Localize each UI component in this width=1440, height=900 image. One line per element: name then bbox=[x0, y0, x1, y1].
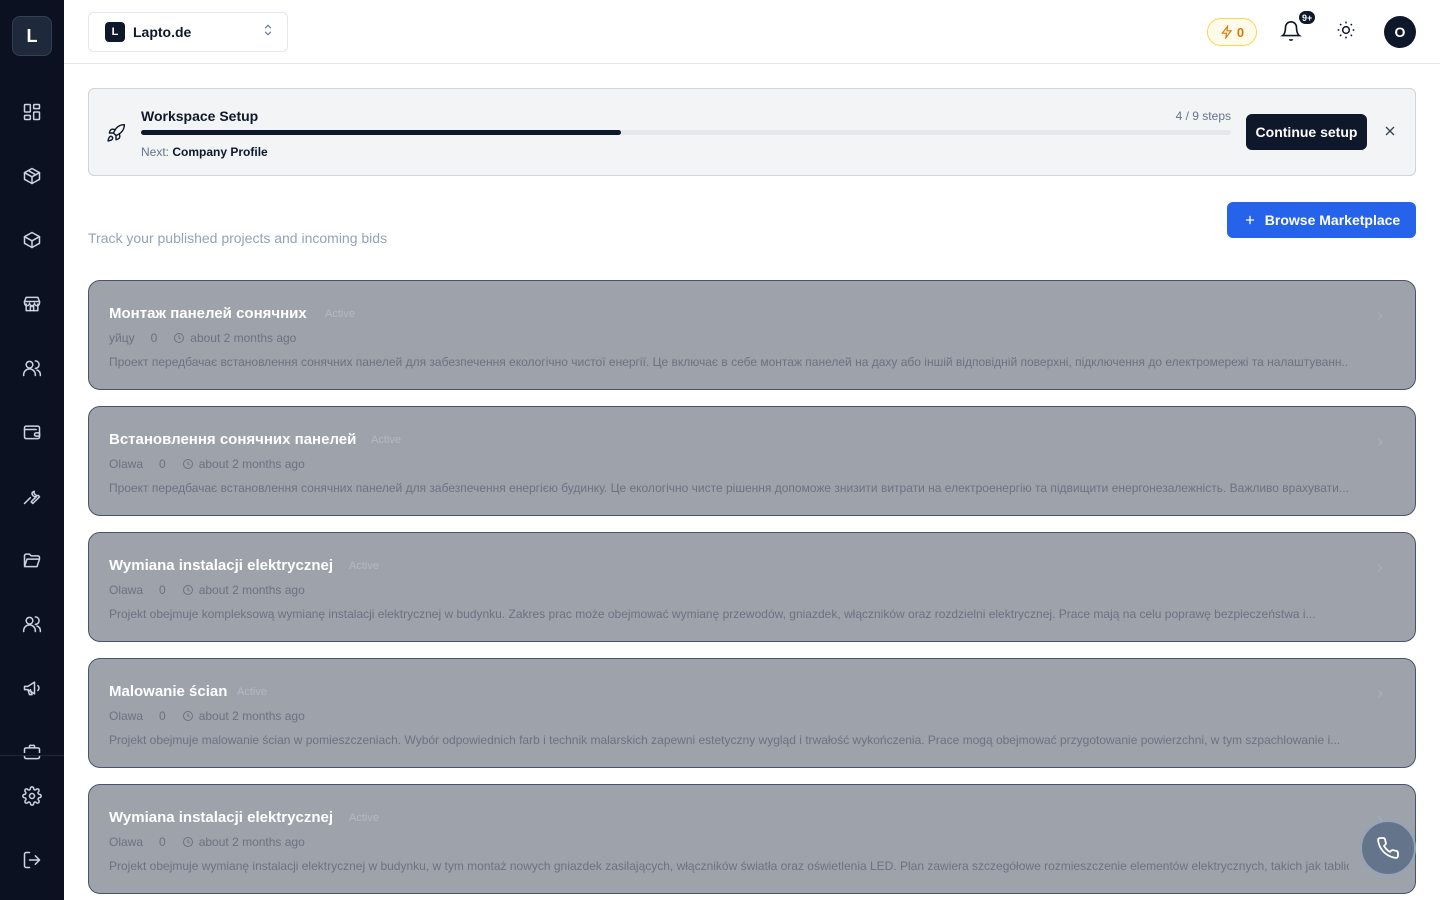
project-time: about 2 months ago bbox=[190, 331, 297, 345]
project-meta: Olawa 0 about 2 months ago bbox=[109, 709, 305, 723]
clock-icon bbox=[182, 710, 194, 722]
project-card[interactable]: Wymiana instalacji elektrycznej Active Ola… bbox=[88, 784, 1416, 894]
project-bid-count: 0 bbox=[159, 583, 166, 597]
workspace-setup-banner: Workspace Setup 4 / 9 steps Next: Compan… bbox=[88, 88, 1416, 176]
chevron-right-icon bbox=[1373, 687, 1387, 701]
workspace-badge: L bbox=[105, 22, 125, 42]
project-description: Projekt obejmuje wymianę instalacji elek… bbox=[109, 859, 1349, 873]
project-bid-count: 0 bbox=[159, 835, 166, 849]
setup-next-label: Next: bbox=[141, 145, 170, 159]
team-icon[interactable] bbox=[20, 612, 44, 636]
setup-progress-fill bbox=[141, 130, 621, 135]
sun-icon[interactable] bbox=[1336, 20, 1360, 44]
megaphone-icon[interactable] bbox=[20, 676, 44, 700]
project-time: about 2 months ago bbox=[198, 583, 305, 597]
setup-next-value: Company Profile bbox=[172, 145, 268, 159]
clock-icon bbox=[173, 332, 185, 344]
project-title: Wymiana instalacji elektrycznej bbox=[109, 809, 333, 826]
project-location: Olawa bbox=[109, 457, 144, 471]
project-card[interactable]: Встановлення сонячних панелей Active Olawa… bbox=[88, 406, 1416, 516]
project-title: Монтаж панелей сонячних bbox=[109, 305, 307, 322]
clock-icon bbox=[182, 458, 194, 470]
plus-icon bbox=[1245, 215, 1254, 225]
phone-icon[interactable] bbox=[1360, 820, 1416, 876]
status-badge: Active bbox=[349, 560, 379, 572]
project-description: Проект передбачає встановлення сонячних … bbox=[109, 481, 1349, 495]
chevron-right-icon bbox=[1373, 561, 1387, 575]
project-time: about 2 months ago bbox=[198, 709, 305, 723]
close-icon[interactable] bbox=[1382, 123, 1400, 141]
status-badge: Active bbox=[371, 434, 401, 446]
project-time: about 2 months ago bbox=[198, 457, 305, 471]
workspace-selector[interactable]: L Lapto.de bbox=[88, 12, 288, 52]
project-meta: Olawa 0 about 2 months ago bbox=[109, 583, 305, 597]
project-meta: Olawa 0 about 2 months ago bbox=[109, 457, 305, 471]
project-bid-count: 0 bbox=[150, 331, 158, 345]
sidebar: L bbox=[0, 0, 64, 900]
avatar[interactable]: O bbox=[1384, 16, 1416, 48]
status-badge: Active bbox=[325, 308, 355, 320]
page-subtitle: Track your published projects and incomi… bbox=[88, 230, 388, 246]
status-badge: Active bbox=[237, 686, 267, 698]
dashboard-icon[interactable] bbox=[20, 100, 44, 124]
project-title: Встановлення сонячних панелей bbox=[109, 431, 357, 448]
project-time: about 2 months ago bbox=[198, 835, 305, 849]
project-bid-count: 0 bbox=[159, 709, 166, 723]
project-meta: Olawa 0 about 2 months ago bbox=[109, 835, 305, 849]
chevron-right-icon bbox=[1373, 309, 1387, 323]
wallet-icon[interactable] bbox=[20, 420, 44, 444]
project-meta: уйцу 0 about 2 months ago bbox=[109, 331, 296, 345]
folder-open-icon[interactable] bbox=[20, 548, 44, 572]
chevron-up-down-icon bbox=[261, 23, 275, 42]
project-location: Olawa bbox=[109, 583, 144, 597]
setup-title: Workspace Setup bbox=[141, 108, 259, 124]
workspace-name: Lapto.de bbox=[133, 24, 192, 40]
store-icon[interactable] bbox=[20, 292, 44, 316]
credits-count: 0 bbox=[1236, 24, 1245, 40]
project-location: уйцу bbox=[109, 331, 135, 345]
setup-progress-bar bbox=[141, 130, 1231, 135]
project-description: Проект передбачає встановлення сонячних … bbox=[109, 355, 1349, 369]
clock-icon bbox=[182, 584, 194, 596]
setup-next-step: Next: Company Profile bbox=[141, 145, 268, 159]
browse-marketplace-button[interactable]: Browse Marketplace bbox=[1227, 202, 1416, 238]
users-icon[interactable] bbox=[20, 356, 44, 380]
top-header: L Lapto.de 0 9+ O bbox=[64, 0, 1440, 64]
app-logo[interactable]: L bbox=[12, 16, 52, 56]
project-card[interactable]: Malowanie ścian Active Olawa 0 about 2 month… bbox=[88, 658, 1416, 768]
project-title: Malowanie ścian bbox=[109, 683, 228, 700]
setup-step-count: 4 / 9 steps bbox=[1175, 109, 1231, 123]
project-description: Projekt obejmuje malowanie ścian w pomie… bbox=[109, 733, 1341, 747]
notification-count-badge: 9+ bbox=[1298, 10, 1317, 25]
project-bid-count: 0 bbox=[159, 457, 166, 471]
project-description: Projekt obejmuje kompleksową wymianę ins… bbox=[109, 607, 1316, 621]
rocket-icon bbox=[106, 123, 126, 143]
continue-setup-button[interactable]: Continue setup bbox=[1246, 114, 1367, 150]
wrench-icon[interactable] bbox=[20, 484, 44, 508]
logout-icon[interactable] bbox=[20, 848, 44, 872]
package-icon[interactable] bbox=[20, 164, 44, 188]
clock-icon bbox=[182, 836, 194, 848]
chevron-right-icon bbox=[1373, 435, 1387, 449]
project-card[interactable]: Wymiana instalacji elektrycznej Active Ola… bbox=[88, 532, 1416, 642]
project-title: Wymiana instalacji elektrycznej bbox=[109, 557, 333, 574]
lightning-icon bbox=[1221, 25, 1233, 39]
project-location: Olawa bbox=[109, 709, 144, 723]
project-card[interactable]: Монтаж панелей сонячних Active уйцу 0 about … bbox=[88, 280, 1416, 390]
box-icon[interactable] bbox=[20, 228, 44, 252]
briefcase-icon[interactable] bbox=[20, 740, 44, 764]
project-location: Olawa bbox=[109, 835, 144, 849]
browse-marketplace-label: Browse Marketplace bbox=[1264, 212, 1401, 228]
credits-badge[interactable]: 0 bbox=[1207, 18, 1257, 46]
sidebar-divider bbox=[0, 755, 64, 756]
settings-icon[interactable] bbox=[20, 784, 44, 808]
status-badge: Active bbox=[349, 812, 379, 824]
